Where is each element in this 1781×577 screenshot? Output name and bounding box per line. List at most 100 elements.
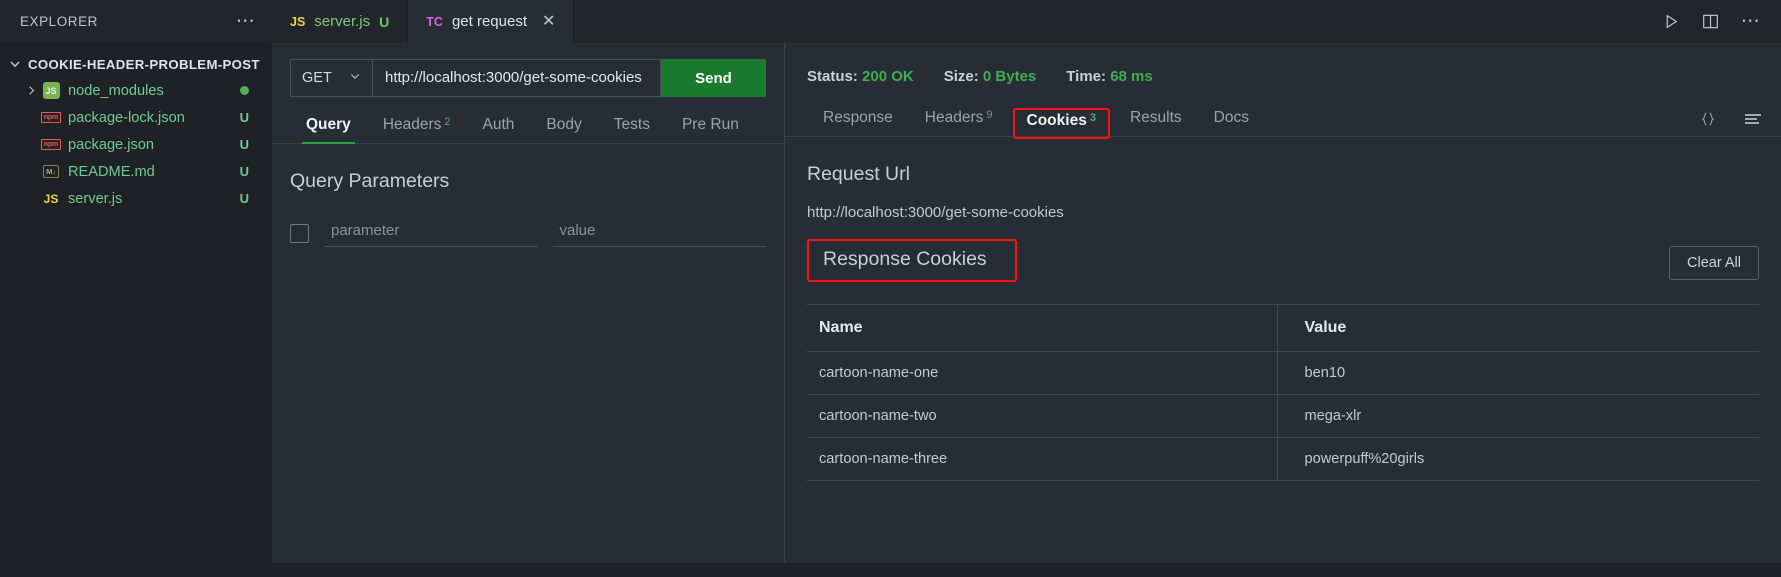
window-actions: ⋯ — [1652, 0, 1781, 43]
status-value: 200 OK — [862, 67, 914, 85]
cookie-name-cell: cartoon-name-three — [807, 437, 1278, 481]
editor-tab-server-js[interactable]: JS server.js U — [272, 0, 409, 43]
request-tab-strip: Query Headers 2 Auth Body Tests Pre Run — [272, 97, 784, 144]
explorer-item-server-js[interactable]: JS server.js U — [0, 185, 271, 212]
tab-count-badge: 9 — [986, 109, 993, 121]
more-actions-icon[interactable]: ⋯ — [1741, 12, 1761, 31]
column-header-value: Value — [1277, 304, 1759, 352]
time-indicator: Time: 68 ms — [1066, 68, 1152, 85]
tab-auth[interactable]: Auth — [467, 116, 531, 143]
request-url-input[interactable]: http://localhost:3000/get-some-cookies — [372, 59, 661, 97]
tab-label: Pre Run — [681, 116, 739, 133]
response-tab-strip: Response Headers 9 Cookies 3 Results Doc — [785, 90, 1781, 139]
tab-query[interactable]: Query — [290, 116, 367, 144]
git-status-badge: U — [239, 191, 249, 206]
editor-tab-label: server.js — [314, 13, 371, 30]
query-parameter-value-input[interactable]: value — [552, 219, 766, 247]
npm-icon: npm — [40, 112, 62, 123]
tab-headers[interactable]: Headers 2 — [367, 116, 467, 143]
tab-label: Response — [823, 109, 893, 126]
query-parameters-section: Query Parameters parameter value — [272, 144, 784, 247]
unsaved-indicator: U — [379, 13, 390, 30]
tab-label: Query — [306, 116, 351, 133]
table-row: cartoon-name-one ben10 — [807, 351, 1759, 395]
thunder-client-icon: TC — [426, 14, 443, 29]
tab-label: Cookies — [1026, 112, 1087, 129]
split-editor-icon[interactable] — [1702, 13, 1719, 30]
editor-tab-get-request[interactable]: TC get request ✕ — [408, 0, 575, 43]
size-indicator: Size: 0 Bytes — [944, 68, 1037, 85]
tab-pre-run[interactable]: Pre Run — [666, 116, 755, 143]
cookies-table: Name Value cartoon-name-one ben10 cartoo… — [807, 304, 1759, 481]
send-button[interactable]: Send — [661, 59, 766, 97]
cookies-table-body: cartoon-name-one ben10 cartoon-name-two … — [807, 351, 1759, 481]
tab-cookies[interactable]: Cookies 3 — [1012, 108, 1110, 139]
editor-tab-label: get request — [451, 13, 528, 30]
explorer-item-node-modules[interactable]: JS node_modules — [0, 77, 271, 104]
explorer-more-icon[interactable]: ⋯ — [236, 12, 256, 31]
query-parameter-checkbox[interactable] — [290, 223, 309, 243]
table-row: cartoon-name-two mega-xlr — [807, 394, 1759, 438]
git-status-badge: U — [239, 164, 249, 179]
tab-count-badge: 3 — [1089, 112, 1096, 124]
js-file-icon: JS — [290, 14, 306, 29]
explorer-root-folder[interactable]: COOKIE-HEADER-PROBLEM-POST — [0, 51, 271, 77]
http-method-value: GET — [302, 70, 332, 86]
thunder-client-panel: GET http://localhost:3000/get-some-cooki… — [272, 43, 1781, 563]
request-url-value: http://localhost:3000/get-some-cookies — [807, 204, 1064, 221]
explorer-item-readme-md[interactable]: M↓ README.md U — [0, 158, 271, 185]
query-parameter-name-input[interactable]: parameter — [324, 219, 538, 247]
tab-body[interactable]: Body — [530, 116, 597, 143]
table-row: cartoon-name-three powerpuff%20girls — [807, 437, 1759, 481]
json-format-icon[interactable] — [1699, 110, 1717, 128]
tab-label: Docs — [1213, 109, 1249, 126]
query-parameters-title: Query Parameters — [290, 170, 450, 192]
tab-label: Auth — [482, 116, 515, 133]
tab-docs[interactable]: Docs — [1198, 109, 1265, 136]
js-icon: JS — [43, 191, 59, 206]
request-url-row: GET http://localhost:3000/get-some-cooki… — [272, 43, 784, 97]
explorer-sidebar: COOKIE-HEADER-PROBLEM-POST JS node_modul… — [0, 43, 272, 563]
npm-icon: npm — [40, 139, 62, 150]
cookie-value-cell: ben10 — [1277, 351, 1759, 395]
status-label: Status: — [807, 67, 858, 85]
tab-label: Headers — [382, 116, 442, 133]
explorer-item-label: server.js — [68, 190, 123, 207]
bottom-strip — [0, 563, 1781, 577]
raw-lines-icon[interactable] — [1743, 111, 1763, 127]
explorer-header: EXPLORER ⋯ — [0, 0, 272, 43]
tab-count-badge: 2 — [444, 116, 451, 128]
column-header-name: Name — [807, 304, 1278, 352]
title-bar: EXPLORER ⋯ JS server.js U TC get request… — [0, 0, 1781, 43]
run-icon[interactable] — [1663, 13, 1680, 30]
explorer-item-package-json[interactable]: npm package.json U — [0, 131, 271, 158]
cookies-table-head: Name Value — [807, 304, 1759, 352]
http-method-select[interactable]: GET — [290, 59, 372, 97]
tab-label: Headers — [924, 109, 984, 126]
explorer-item-label: node_modules — [68, 82, 164, 99]
clear-all-button[interactable]: Clear All — [1669, 245, 1759, 280]
tab-response-headers[interactable]: Headers 9 — [909, 109, 1009, 136]
close-icon[interactable]: ✕ — [542, 13, 555, 30]
explorer-title: EXPLORER — [20, 14, 98, 29]
cookie-name-cell: cartoon-name-one — [807, 351, 1278, 395]
time-label: Time: — [1066, 67, 1107, 85]
cookies-panel: Request Url http://localhost:3000/get-so… — [785, 137, 1781, 563]
tab-label: Body — [546, 116, 582, 133]
tab-tests[interactable]: Tests — [598, 116, 666, 143]
tab-results[interactable]: Results — [1114, 109, 1198, 136]
query-parameter-row: parameter value — [290, 219, 766, 247]
table-header-row: Name Value — [807, 304, 1759, 352]
tab-response[interactable]: Response — [807, 109, 909, 136]
explorer-item-label: package.json — [68, 136, 155, 153]
workbench-body: COOKIE-HEADER-PROBLEM-POST JS node_modul… — [0, 43, 1781, 563]
response-status-row: Status: 200 OK Size: 0 Bytes Time: 68 ms — [785, 43, 1781, 90]
explorer-item-package-lock-json[interactable]: npm package-lock.json U — [0, 104, 271, 131]
response-cookies-header: Response Cookies Clear All — [807, 239, 1759, 282]
chevron-down-icon — [7, 56, 23, 72]
explorer-item-label: README.md — [68, 163, 155, 180]
size-value: 0 Bytes — [982, 67, 1037, 85]
request-pane: GET http://localhost:3000/get-some-cooki… — [272, 43, 785, 563]
chevron-down-icon — [349, 70, 361, 86]
tab-label: Results — [1129, 109, 1182, 126]
